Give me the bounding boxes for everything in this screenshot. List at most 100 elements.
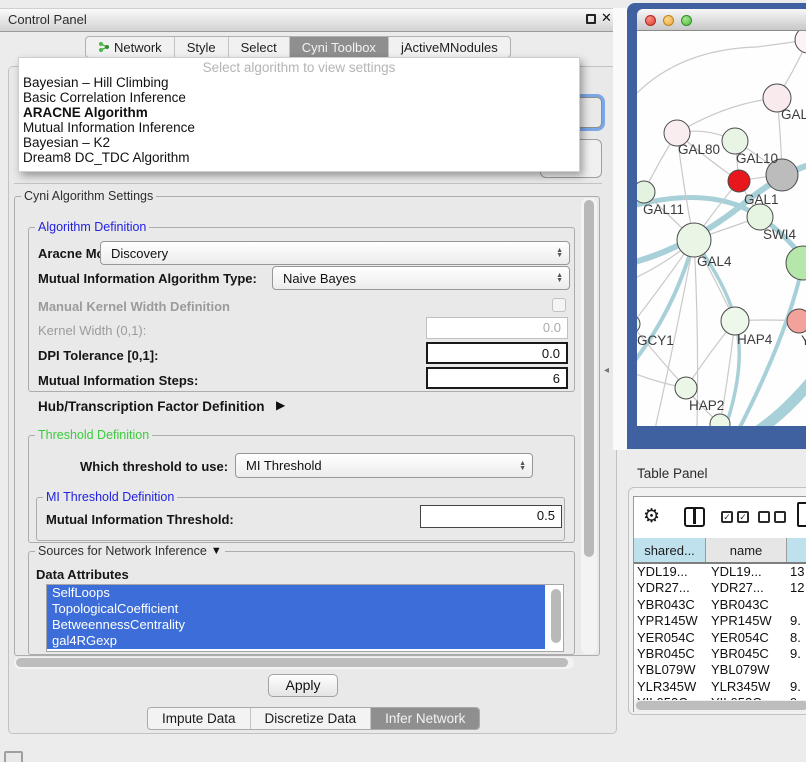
- control-panel-tabbar: Network Style Select Cyni Toolbox jActiv…: [85, 36, 511, 58]
- kernel-width-field[interactable]: 0.0: [426, 317, 568, 339]
- list-item[interactable]: gal4RGexp: [47, 633, 545, 649]
- dpi-tolerance-field[interactable]: 0.0: [426, 342, 568, 364]
- algorithm-dropdown-list: Select algorithm to view settings Bayesi…: [18, 57, 580, 172]
- kernel-width-label: Kernel Width (0,1):: [38, 323, 146, 338]
- node-label: Y: [801, 333, 806, 348]
- network-window-titlebar[interactable]: [637, 9, 806, 31]
- mi-steps-field[interactable]: 6: [426, 367, 568, 389]
- aracne-mode-combo[interactable]: Discovery ▲▼: [100, 241, 570, 265]
- list-scrollbar[interactable]: [551, 589, 561, 643]
- checkbox-unchecked-icon[interactable]: [758, 511, 770, 523]
- apply-button[interactable]: Apply: [268, 674, 338, 697]
- tab-network[interactable]: Network: [86, 37, 175, 57]
- network-canvas[interactable]: GAL GAL80 GAL10 GAL1 GAL11 SWI4 GAL4 GCY…: [637, 31, 806, 426]
- algorithm-definition-title: Algorithm Definition: [35, 220, 149, 234]
- node-label: GAL11: [643, 202, 684, 217]
- spinner-arrows-icon: ▲▼: [519, 454, 526, 477]
- network-icon: [98, 41, 110, 53]
- manual-kernel-checkbox[interactable]: [552, 298, 566, 312]
- list-item[interactable]: TopologicalCoefficient: [47, 601, 545, 617]
- tab-infer-network[interactable]: Infer Network: [371, 708, 479, 729]
- table-hscroll-thumb[interactable]: [636, 701, 806, 710]
- which-threshold-combo[interactable]: MI Threshold ▲▼: [235, 453, 533, 478]
- mi-algorithm-type-combo[interactable]: Naive Bayes ▲▼: [272, 266, 570, 290]
- mi-steps-label: Mutual Information Steps:: [38, 373, 198, 388]
- group-divider-line: [14, 183, 602, 184]
- tab-style[interactable]: Style: [175, 37, 229, 57]
- mi-threshold-label: Mutual Information Threshold:: [46, 512, 234, 527]
- column-header-partial[interactable]: [787, 538, 806, 562]
- table-row[interactable]: YER054CYER054C8.: [634, 630, 806, 646]
- float-window-icon[interactable]: [586, 14, 596, 24]
- mi-algorithm-type-label: Mutual Information Algorithm Type:: [38, 271, 257, 286]
- close-traffic-icon[interactable]: [645, 15, 656, 26]
- node-label: GAL: [781, 107, 806, 122]
- table-row[interactable]: YPR145WYPR145W9.: [634, 613, 806, 629]
- table-row[interactable]: YDR27...YDR27...12: [634, 580, 806, 596]
- checkbox-unchecked-icon[interactable]: [774, 511, 786, 523]
- dropdown-item[interactable]: Bayesian – K2: [19, 135, 579, 150]
- expander-right-icon[interactable]: ▶: [276, 398, 285, 412]
- table-header-row: shared... name: [634, 538, 806, 564]
- tab-network-label: Network: [114, 40, 162, 55]
- spinner-arrows-icon: ▲▼: [556, 267, 563, 289]
- column-header-shared[interactable]: shared...: [634, 538, 706, 562]
- expander-down-icon[interactable]: ▼: [211, 545, 222, 557]
- bottom-tabbar: Impute Data Discretize Data Infer Networ…: [147, 707, 480, 730]
- table-row[interactable]: YDL19...YDL19...13: [634, 564, 806, 580]
- dropdown-item[interactable]: Bayesian – Hill Climbing: [19, 75, 579, 90]
- dropdown-item[interactable]: Basic Correlation Inference: [19, 90, 579, 105]
- node-label: GAL10: [736, 151, 778, 166]
- table-row[interactable]: YBR045CYBR045C9.: [634, 646, 806, 662]
- checkbox-checked-icon[interactable]: ✓: [721, 511, 733, 523]
- mi-threshold-field[interactable]: 0.5: [420, 505, 562, 528]
- table-panel-title: Table Panel: [637, 466, 708, 481]
- table-row[interactable]: YLR345WYLR345W9.: [634, 679, 806, 695]
- list-item[interactable]: BetweennessCentrality: [47, 617, 545, 633]
- zoom-traffic-icon[interactable]: [681, 15, 692, 26]
- node-label: SWI4: [763, 227, 796, 242]
- tab-discretize-data[interactable]: Discretize Data: [251, 708, 372, 729]
- checkbox-checked-icon[interactable]: ✓: [737, 511, 749, 523]
- control-panel-titlebar: [0, 8, 620, 32]
- dropdown-item-aracne[interactable]: ARACNE Algorithm: [19, 105, 579, 120]
- node-label: GAL4: [697, 254, 732, 269]
- node-label: GAL1: [744, 192, 779, 207]
- node-label: GCY1: [637, 333, 674, 348]
- table-row[interactable]: YBL079WYBL079W: [634, 662, 806, 678]
- tab-cyni-toolbox[interactable]: Cyni Toolbox: [290, 37, 389, 57]
- mi-threshold-group-title: MI Threshold Definition: [43, 490, 177, 504]
- manual-kernel-label: Manual Kernel Width Definition: [38, 299, 230, 314]
- table-row[interactable]: YBR043CYBR043C: [634, 597, 806, 613]
- settings-group-title: Cyni Algorithm Settings: [21, 189, 156, 203]
- list-item[interactable]: SelfLoops: [47, 585, 545, 601]
- column-view-icon[interactable]: [684, 507, 705, 527]
- column-header-name[interactable]: name: [706, 538, 787, 562]
- data-attributes-list[interactable]: SelfLoops TopologicalCoefficient Between…: [46, 584, 564, 652]
- document-icon[interactable]: [797, 502, 806, 527]
- control-panel-title: Control Panel: [8, 12, 87, 27]
- node-label: HAP2: [689, 398, 724, 413]
- settings-vscroll-thumb[interactable]: [584, 200, 594, 557]
- data-attributes-label: Data Attributes: [36, 567, 129, 582]
- minimize-traffic-icon[interactable]: [663, 15, 674, 26]
- settings-hscroll-thumb[interactable]: [16, 658, 568, 667]
- node-label: HAP4: [737, 332, 772, 347]
- tab-impute-data[interactable]: Impute Data: [148, 708, 251, 729]
- sources-group-title-row: Sources for Network Inference ▼: [35, 544, 225, 558]
- panel-gap: [613, 8, 627, 450]
- close-icon[interactable]: ✕: [601, 10, 612, 26]
- minimized-panel-icon[interactable]: [4, 751, 23, 762]
- dropdown-item[interactable]: Mutual Information Inference: [19, 120, 579, 135]
- tab-select[interactable]: Select: [229, 37, 290, 57]
- dropdown-item[interactable]: Dream8 DC_TDC Algorithm: [19, 150, 579, 165]
- dropdown-placeholder: Select algorithm to view settings: [19, 60, 579, 75]
- split-pane-collapse-icon[interactable]: ◂: [604, 365, 609, 376]
- table-body[interactable]: YDL19...YDL19...13 YDR27...YDR27...12 YB…: [634, 564, 806, 700]
- gear-icon[interactable]: ⚙: [643, 505, 660, 528]
- screenshot-root: Control Panel ✕ Network Style Select Cyn…: [0, 0, 806, 762]
- tab-jactivemnodules[interactable]: jActiveMNodules: [389, 37, 510, 57]
- hub-definition-expander-label[interactable]: Hub/Transcription Factor Definition: [38, 399, 265, 414]
- sources-group-title: Sources for Network Inference: [38, 544, 207, 558]
- dpi-tolerance-label: DPI Tolerance [0,1]:: [38, 348, 158, 363]
